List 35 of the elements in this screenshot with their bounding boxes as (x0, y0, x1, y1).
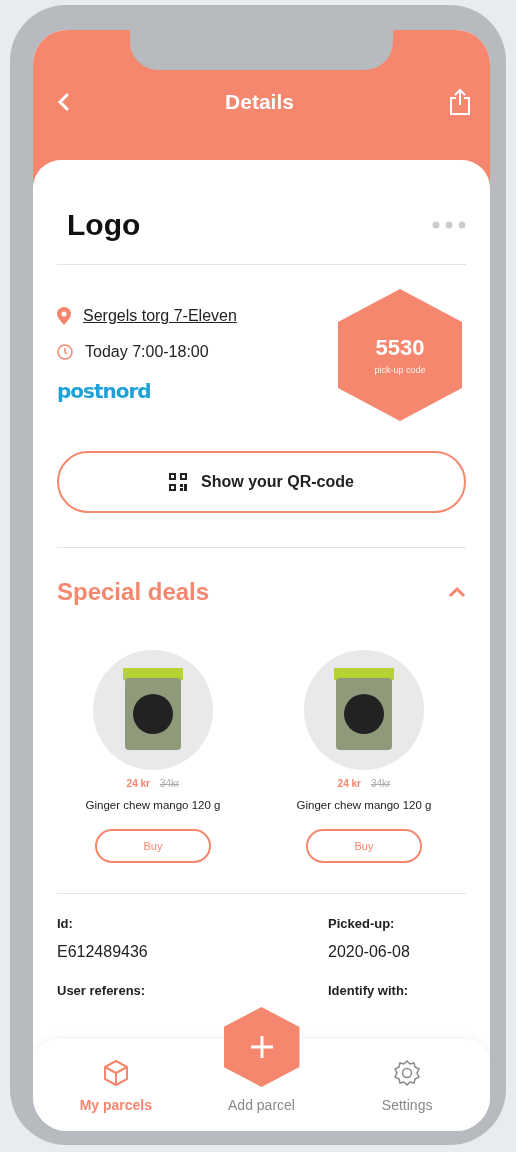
original-price: 34kr (159, 778, 180, 789)
settings-icon (393, 1059, 422, 1087)
collapse-chevron-icon[interactable] (448, 586, 466, 598)
section-title: Special deals (57, 578, 210, 606)
buy-button[interactable]: Buy (306, 829, 422, 863)
opening-hours: Today 7:00-18:00 (85, 343, 209, 361)
nav-tab[interactable]: My parcels (55, 1059, 176, 1113)
box-icon (102, 1059, 129, 1087)
store-logo: Logo (67, 208, 141, 242)
field-label: User referens: (57, 983, 147, 998)
back-button[interactable] (57, 92, 71, 112)
share-button[interactable] (448, 88, 472, 116)
pickup-code: 5530 (375, 335, 425, 361)
location-pin-icon (57, 307, 71, 325)
screen-title: Details (225, 90, 294, 114)
location-link[interactable]: Sergels torg 7-Eleven (83, 307, 237, 325)
sale-price: 24 kr (126, 778, 150, 789)
field-label: Picked-up: (328, 916, 396, 931)
product-name: Ginger chew mango 120 g (296, 799, 432, 811)
field-value: E612489436 (57, 943, 149, 961)
plus-icon (248, 1034, 275, 1060)
sale-price: 24 kr (337, 778, 361, 789)
product-name: Ginger chew mango 120 g (85, 799, 221, 811)
pickup-code-label: pick-up code (374, 365, 426, 375)
carrier-logo: postnord (57, 379, 152, 403)
buy-button[interactable]: Buy (95, 829, 211, 863)
field-value: 2020-06-08 (328, 943, 411, 961)
qr-code-icon (169, 473, 188, 491)
clock-icon (57, 344, 73, 360)
more-icon[interactable] (432, 221, 466, 229)
nav-tab[interactable]: Settings (347, 1059, 468, 1113)
field-label: Id: (57, 916, 74, 931)
original-price: 34kr (370, 778, 391, 789)
field-label: Identify with: (328, 983, 410, 998)
show-qr-button[interactable]: Show your QR-code (57, 451, 466, 513)
